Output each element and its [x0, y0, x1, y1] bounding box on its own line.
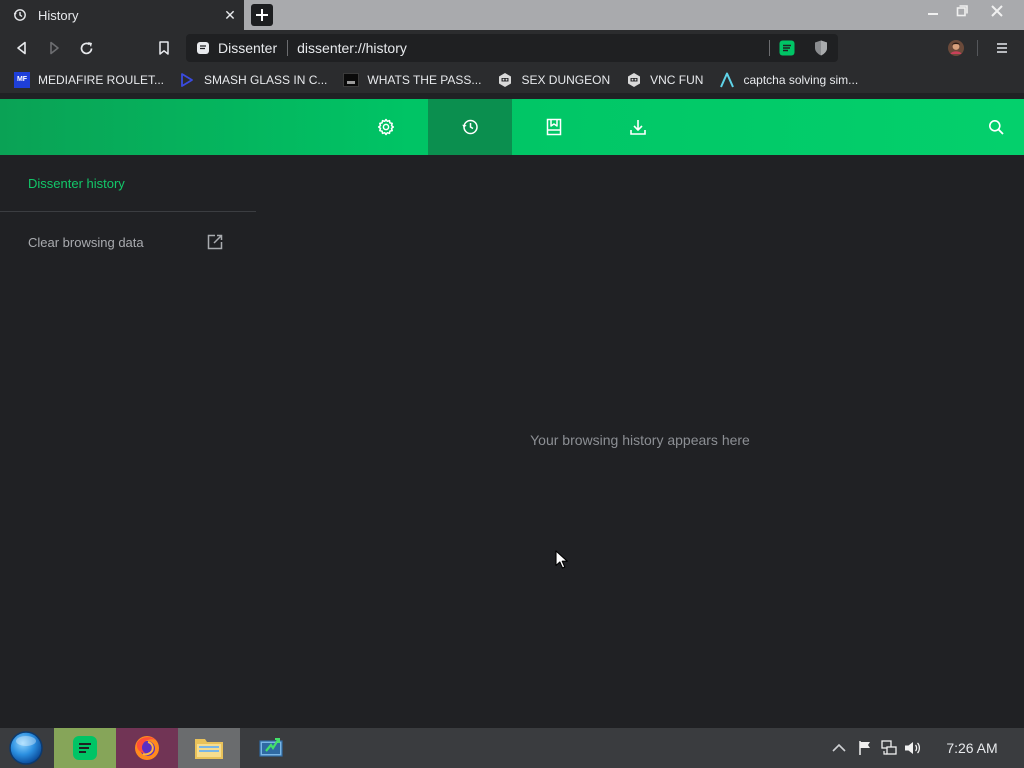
bookmark-label: SMASH GLASS IN C...: [204, 72, 328, 87]
show-hidden-icons-button[interactable]: [830, 738, 848, 758]
empty-history-message: Your browsing history appears here: [530, 432, 750, 448]
start-button[interactable]: [6, 730, 46, 766]
taskbar: 7:26 AM: [0, 728, 1024, 768]
bookmark-icon: [546, 118, 562, 136]
bookmark-mediafire[interactable]: MF MEDIAFIRE ROULET...: [14, 70, 164, 90]
reload-icon: [80, 41, 92, 54]
dissenter-logo-icon: [197, 42, 209, 54]
new-tab-button[interactable]: [251, 4, 273, 26]
restore-button[interactable]: [946, 0, 978, 22]
site-label: Dissenter: [218, 40, 278, 56]
bookmark-smash-glass[interactable]: SMASH GLASS IN C...: [180, 70, 327, 90]
network-app-icon: [259, 738, 283, 757]
reload-button[interactable]: [76, 38, 96, 58]
shield-icon[interactable]: [812, 39, 830, 57]
title-bar: History ✕: [0, 0, 1024, 30]
forward-button[interactable]: [44, 38, 64, 58]
bookmark-whats-the-pass[interactable]: WHATS THE PASS...: [343, 70, 481, 90]
taskbar-file-explorer-app[interactable]: [178, 728, 240, 768]
minimize-button[interactable]: [917, 0, 949, 22]
nav-downloads-button[interactable]: [596, 99, 680, 155]
close-tab-icon[interactable]: ✕: [222, 7, 238, 23]
bookmark-vnc-fun[interactable]: VNC FUN: [626, 70, 703, 90]
volume-button[interactable]: [904, 738, 922, 758]
taskbar-firefox-app[interactable]: [116, 728, 178, 768]
dissenter-app-icon: [73, 736, 97, 760]
extension-divider: [769, 40, 770, 56]
minimize-icon: [928, 13, 938, 15]
gear-icon: [377, 118, 395, 136]
mouse-cursor-icon: [555, 550, 569, 570]
forward-arrow-icon: [50, 41, 59, 55]
bookmarks-bar: MF MEDIAFIRE ROULET... SMASH GLASS IN C.…: [0, 66, 1024, 93]
bookmark-label: SEX DUNGEON: [521, 72, 611, 87]
bookmark-label: captcha solving sim...: [743, 72, 859, 87]
start-orb-icon: [9, 731, 43, 765]
restore-icon: [956, 5, 968, 17]
hamburger-menu-icon: [997, 43, 1007, 53]
clear-browsing-data-label: Clear browsing data: [28, 234, 144, 250]
menu-button[interactable]: [992, 38, 1012, 58]
robot-icon: [497, 72, 513, 88]
history-icon: [12, 7, 28, 23]
action-center-flag-button[interactable]: [856, 738, 874, 758]
speaker-icon: [905, 742, 921, 754]
nav-bookmarks-button[interactable]: [512, 99, 596, 155]
tab-history[interactable]: History ✕: [0, 0, 244, 30]
robot-icon: [626, 72, 642, 88]
a-logo-icon: [719, 72, 735, 88]
history-page-header: [0, 99, 1024, 155]
download-icon: [630, 120, 646, 135]
address-bar[interactable]: Dissenter dissenter://history: [186, 34, 838, 62]
taskbar-network-app[interactable]: [240, 728, 302, 768]
terminal-icon: [343, 72, 360, 88]
toolbar-divider: [977, 40, 978, 56]
avatar-icon: [948, 40, 964, 56]
nav-history-button[interactable]: [428, 99, 512, 155]
history-search-button[interactable]: [986, 117, 1006, 137]
history-sidebar: Dissenter history Clear browsing data: [0, 155, 256, 728]
clear-browsing-data-link[interactable]: Clear browsing data: [28, 232, 224, 252]
network-status-button[interactable]: [880, 738, 898, 758]
browser-toolbar: Dissenter dissenter://history: [0, 30, 1024, 66]
bookmark-sex-dungeon[interactable]: SEX DUNGEON: [497, 70, 610, 90]
firefox-icon: [135, 736, 159, 760]
angle-bracket-icon: [180, 72, 196, 88]
bookmark-label: MEDIAFIRE ROULET...: [38, 72, 165, 87]
bookmark-page-button[interactable]: [154, 38, 174, 58]
sidebar-divider: [0, 211, 256, 212]
back-arrow-icon: [17, 41, 26, 55]
back-button[interactable]: [12, 38, 32, 58]
site-info[interactable]: Dissenter: [186, 34, 277, 62]
chevron-up-icon: [832, 743, 846, 752]
sidebar-item-dissenter-history[interactable]: Dissenter history: [28, 176, 125, 191]
search-icon: [989, 120, 1004, 135]
folder-icon: [195, 739, 223, 759]
close-window-button[interactable]: [981, 0, 1013, 22]
tab-title: History: [38, 7, 79, 23]
taskbar-clock[interactable]: 7:26 AM: [938, 740, 1006, 756]
taskbar-dissenter-app[interactable]: [54, 728, 116, 768]
network-icon: [881, 740, 897, 755]
bookmark-label: WHATS THE PASS...: [367, 72, 482, 87]
dissenter-extension-icon[interactable]: [778, 39, 796, 57]
mediafire-icon: MF: [14, 71, 30, 88]
nav-settings-button[interactable]: [344, 99, 428, 155]
bookmark-label: VNC FUN: [650, 72, 704, 87]
address-separator: [287, 40, 289, 56]
url-text[interactable]: dissenter://history: [297, 40, 769, 56]
bookmark-captcha[interactable]: captcha solving sim...: [719, 70, 858, 90]
flag-icon: [859, 741, 870, 755]
plus-icon: [256, 9, 268, 21]
history-icon: [462, 119, 478, 135]
profile-avatar[interactable]: [946, 38, 966, 58]
close-icon: [991, 5, 1003, 17]
external-link-icon: [206, 233, 224, 251]
bookmark-outline-icon: [159, 41, 169, 55]
